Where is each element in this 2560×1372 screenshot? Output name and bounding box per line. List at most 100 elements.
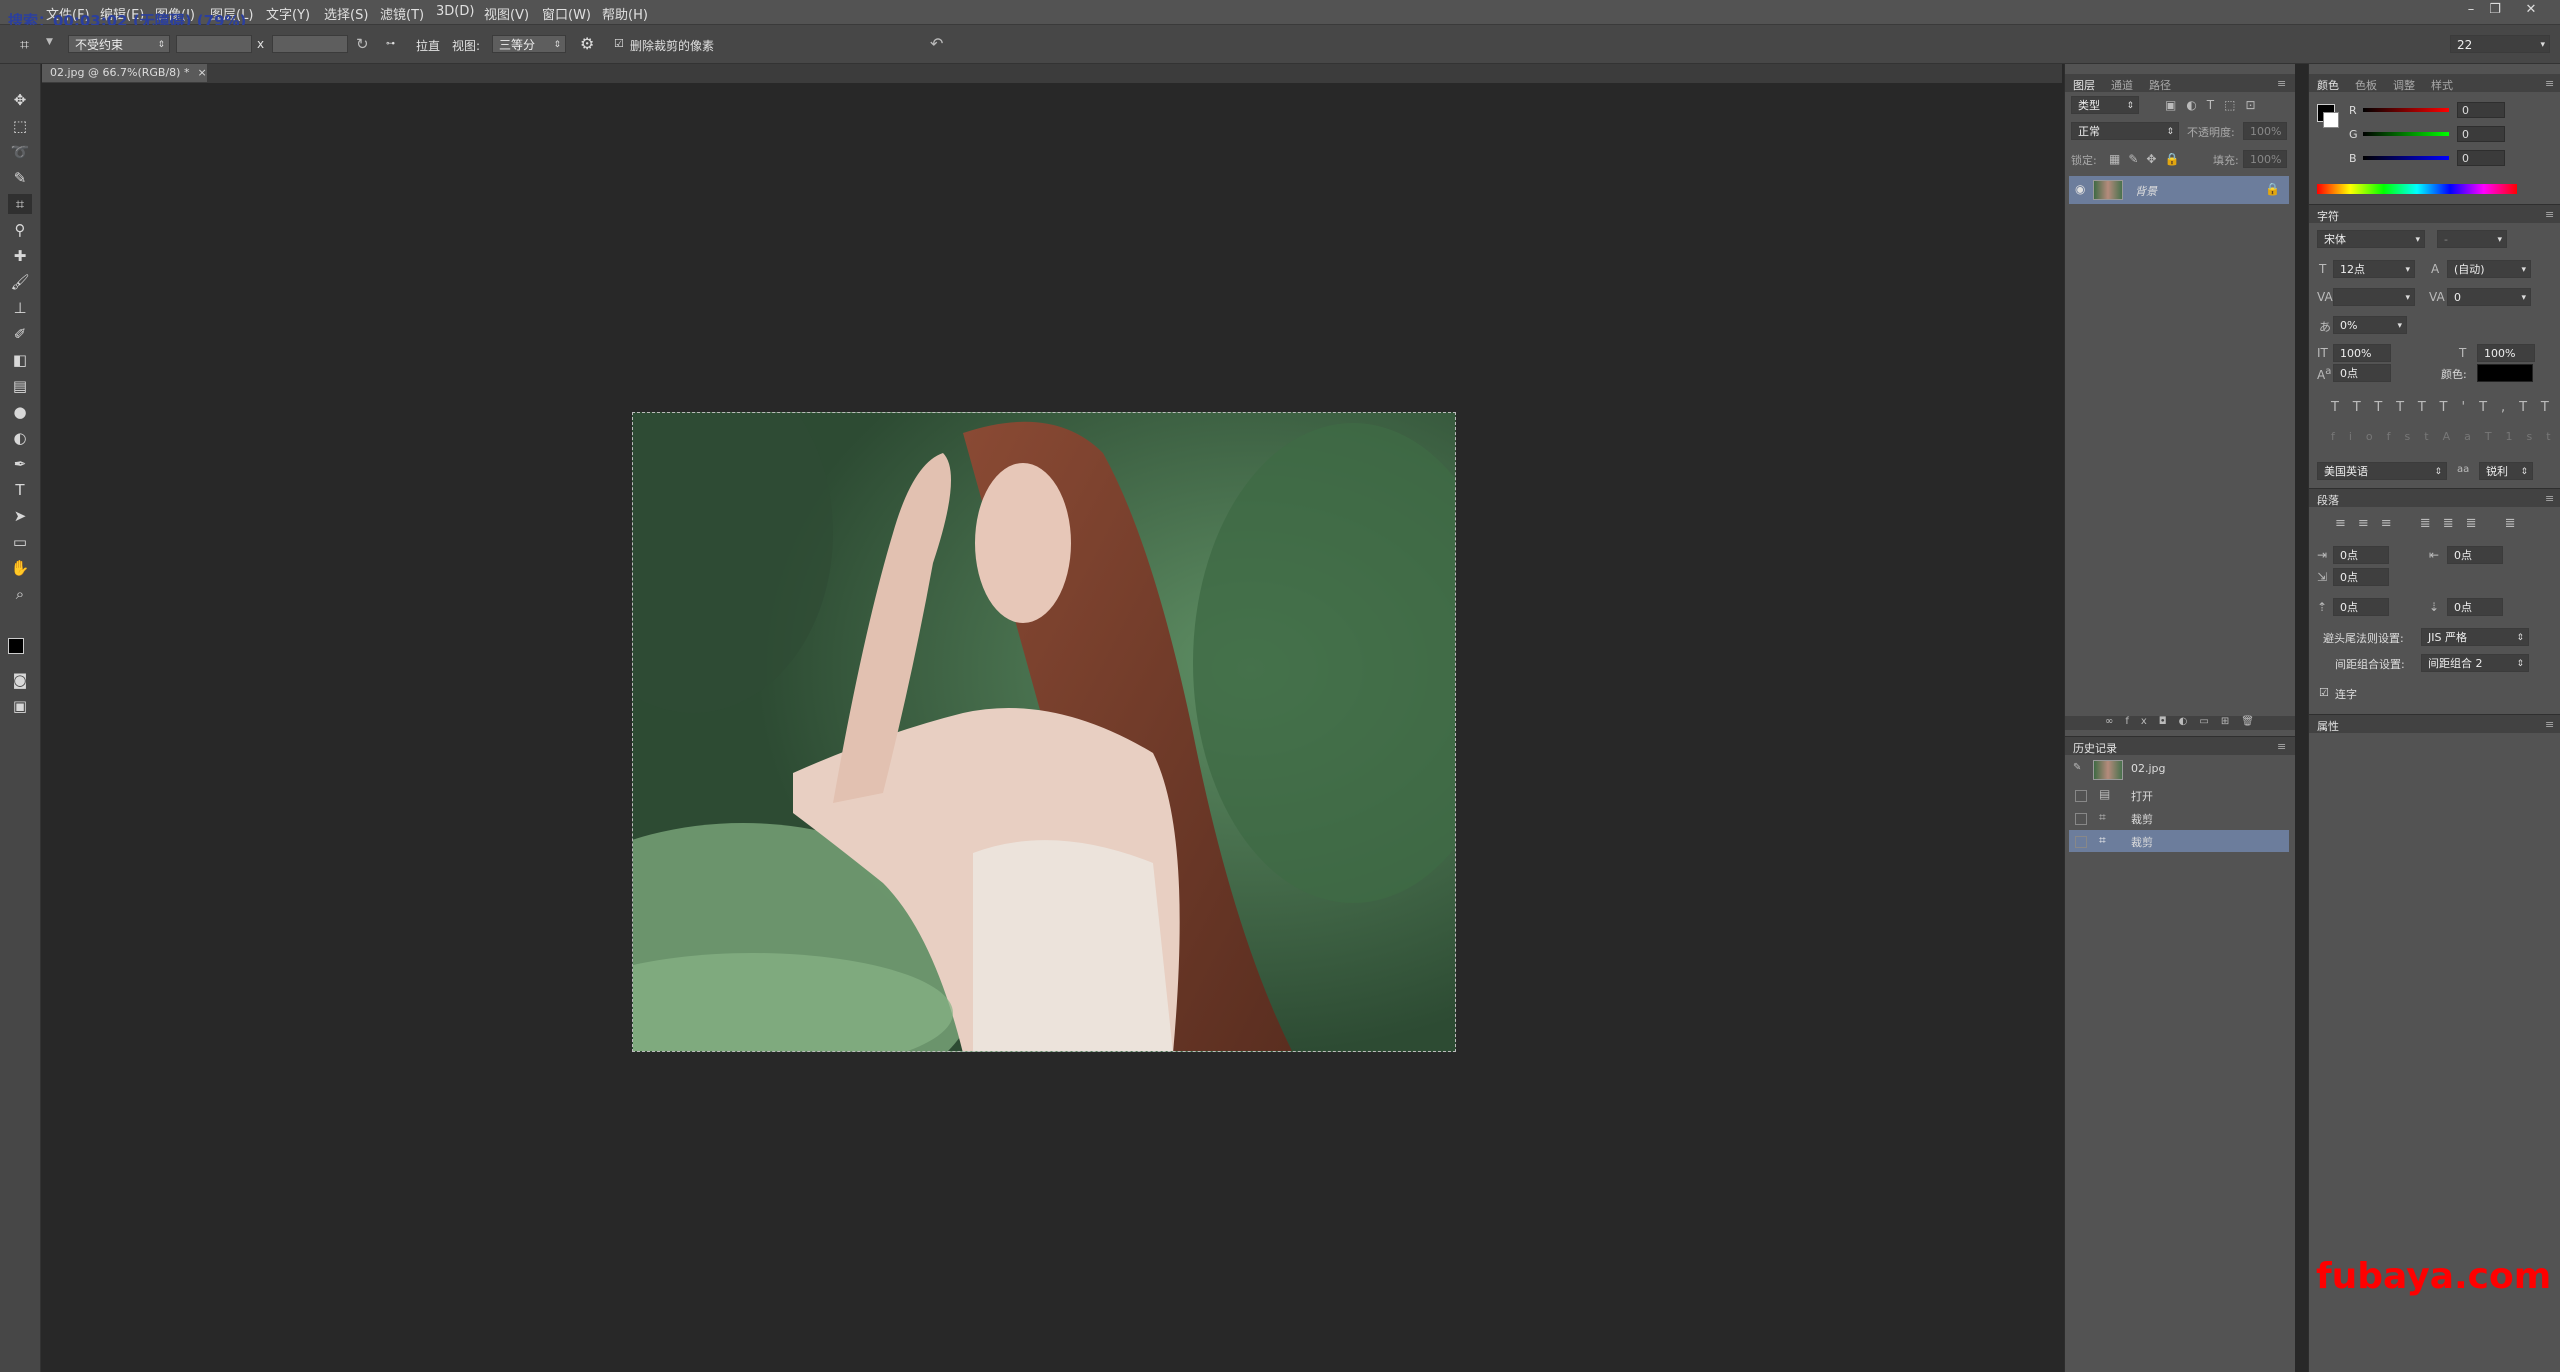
panel-menu-icon[interactable]: ≡ <box>2545 208 2554 221</box>
menu-3d[interactable]: 3D(D) <box>436 4 474 19</box>
layer-actions-icons[interactable]: ∞fx◘◐▭⊞🗑 <box>2105 716 2266 727</box>
menu-type[interactable]: 文字(Y) <box>266 4 310 23</box>
history-source-checkbox[interactable] <box>2075 813 2087 825</box>
close-button[interactable]: ✕ <box>2520 2 2542 18</box>
history-item-selected[interactable]: ⌗ 裁剪 <box>2069 830 2289 852</box>
restore-button[interactable]: ❐ <box>2484 2 2506 18</box>
eraser-tool-icon[interactable]: ◧ <box>8 350 32 370</box>
dodge-tool-icon[interactable]: ◐ <box>8 428 32 448</box>
g-slider[interactable] <box>2363 132 2449 136</box>
workspace-select[interactable]: 22 ▾ <box>2450 35 2550 53</box>
b-slider[interactable] <box>2363 156 2449 160</box>
crop-tool-icon[interactable]: ⌗ <box>20 35 29 55</box>
baseline-shift-input[interactable]: 0点 <box>2333 364 2391 382</box>
panel-menu-icon[interactable]: ≡ <box>2545 718 2554 731</box>
fill-input[interactable]: 100% <box>2243 150 2287 168</box>
r-value[interactable]: 0 <box>2457 102 2505 118</box>
width-input[interactable] <box>176 35 252 53</box>
history-source-checkbox[interactable] <box>2075 836 2087 848</box>
tab-history[interactable]: 历史记录 <box>2073 740 2117 756</box>
tab-styles[interactable]: 样式 <box>2431 77 2453 93</box>
clear-button-icon[interactable]: ⊶ <box>386 39 395 49</box>
brush-tool-icon[interactable]: 🖌 <box>8 272 32 292</box>
history-item[interactable]: ▤ 打开 <box>2069 784 2289 806</box>
tab-swatches[interactable]: 色板 <box>2355 77 2377 93</box>
opentype-buttons[interactable]: fiofstAaT1st½ <box>2331 430 2560 443</box>
tab-channels[interactable]: 通道 <box>2111 77 2133 93</box>
foreground-color-swatch[interactable] <box>8 638 24 654</box>
kerning-input[interactable]: ▾ <box>2333 288 2415 306</box>
text-style-buttons[interactable]: TTTTTT'T,TT <box>2331 400 2560 415</box>
panel-menu-icon[interactable]: ≡ <box>2277 77 2286 90</box>
color-spectrum-ramp[interactable] <box>2317 184 2517 194</box>
layer-filter-icons[interactable]: ▣◐T⬚⊡ <box>2165 98 2266 112</box>
reset-icon[interactable]: ↶ <box>930 34 943 53</box>
clone-stamp-tool-icon[interactable]: ⊥ <box>8 298 32 318</box>
space-after-input[interactable]: 0点 <box>2447 598 2503 616</box>
panel-menu-icon[interactable]: ≡ <box>2545 492 2554 505</box>
tsume-input[interactable]: 0% ▾ <box>2333 316 2407 334</box>
healing-brush-tool-icon[interactable]: ✚ <box>8 246 32 266</box>
close-icon[interactable]: × <box>197 66 206 79</box>
tab-color[interactable]: 颜色 <box>2317 77 2339 93</box>
panel-menu-icon[interactable]: ≡ <box>2277 740 2286 753</box>
g-value[interactable]: 0 <box>2457 126 2505 142</box>
language-select[interactable]: 美国英语 ⇕ <box>2317 462 2447 480</box>
layer-row-background[interactable]: ◉ 背景 🔒 <box>2069 176 2289 204</box>
history-snapshot[interactable]: ✎ 02.jpg <box>2069 758 2289 780</box>
eyedropper-tool-icon[interactable]: ⚲ <box>8 220 32 240</box>
lock-options-icons[interactable]: ▦✎✥🔒 <box>2109 152 2187 166</box>
document-tab[interactable]: 02.jpg @ 66.7%(RGB/8) * × <box>42 64 207 82</box>
tab-paragraph[interactable]: 段落 <box>2317 492 2339 508</box>
screen-mode-icon[interactable]: ▣ <box>8 696 32 716</box>
crop-tool-icon[interactable]: ⌗ <box>8 194 32 214</box>
menu-window[interactable]: 窗口(W) <box>542 4 591 23</box>
ratio-constraint-select[interactable]: 不受约束 ⇕ <box>68 35 170 53</box>
menu-select[interactable]: 选择(S) <box>324 4 368 23</box>
indent-left-input[interactable]: 0点 <box>2333 546 2389 564</box>
tab-properties[interactable]: 属性 <box>2317 718 2339 734</box>
canvas-image[interactable] <box>632 412 1456 1052</box>
alignment-buttons[interactable]: ≡≡≡ ≣≣≣ ≣ <box>2335 516 2528 531</box>
move-tool-icon[interactable]: ✥ <box>8 90 32 110</box>
hyphenate-checkbox[interactable]: ☑ <box>2319 686 2329 699</box>
hand-tool-icon[interactable]: ✋ <box>8 558 32 578</box>
gradient-tool-icon[interactable]: ▤ <box>8 376 32 396</box>
path-selection-tool-icon[interactable]: ➤ <box>8 506 32 526</box>
tab-character[interactable]: 字符 <box>2317 208 2339 224</box>
b-value[interactable]: 0 <box>2457 150 2505 166</box>
horizontal-scale-input[interactable]: 100% <box>2477 344 2535 362</box>
blur-tool-icon[interactable]: ● <box>8 402 32 422</box>
delete-cropped-checkbox[interactable]: ☑ <box>614 37 624 50</box>
zoom-tool-icon[interactable]: ⌕ <box>8 584 32 604</box>
type-tool-icon[interactable]: T <box>8 480 32 500</box>
quick-mask-icon[interactable]: ◙ <box>8 670 32 690</box>
swap-icon[interactable]: ↻ <box>356 35 369 53</box>
font-style-select[interactable]: - ▾ <box>2437 230 2507 248</box>
straighten-button[interactable]: 拉直 <box>416 37 440 54</box>
panel-menu-icon[interactable]: ≡ <box>2545 77 2554 90</box>
eye-icon[interactable]: ◉ <box>2075 182 2085 196</box>
history-source-checkbox[interactable] <box>2075 790 2087 802</box>
text-color-swatch[interactable] <box>2477 364 2533 382</box>
lasso-tool-icon[interactable]: ➰ <box>8 142 32 162</box>
marquee-tool-icon[interactable]: ⬚ <box>8 116 32 136</box>
r-slider[interactable] <box>2363 108 2449 112</box>
tab-layers[interactable]: 图层 <box>2073 77 2095 93</box>
tab-paths[interactable]: 路径 <box>2149 77 2171 93</box>
bg-color-swatch[interactable] <box>2323 112 2339 128</box>
menu-view[interactable]: 视图(V) <box>484 4 529 23</box>
indent-right-input[interactable]: 0点 <box>2447 546 2503 564</box>
kinsoku-select[interactable]: JIS 严格 ⇕ <box>2421 628 2529 646</box>
history-item[interactable]: ⌗ 裁剪 <box>2069 807 2289 829</box>
overlay-view-select[interactable]: 三等分 ⇕ <box>492 35 566 53</box>
leading-input[interactable]: (自动) ▾ <box>2447 260 2531 278</box>
space-before-input[interactable]: 0点 <box>2333 598 2389 616</box>
rectangle-tool-icon[interactable]: ▭ <box>8 532 32 552</box>
antialias-select[interactable]: 锐利 ⇕ <box>2479 462 2533 480</box>
quick-select-tool-icon[interactable]: ✎ <box>8 168 32 188</box>
opacity-input[interactable]: 100% <box>2243 122 2287 140</box>
blend-mode-select[interactable]: 正常 ⇕ <box>2071 122 2179 140</box>
tool-preset-arrow-icon[interactable]: ▼ <box>46 37 53 47</box>
layer-kind-filter[interactable]: 类型 ⇕ <box>2071 96 2139 114</box>
